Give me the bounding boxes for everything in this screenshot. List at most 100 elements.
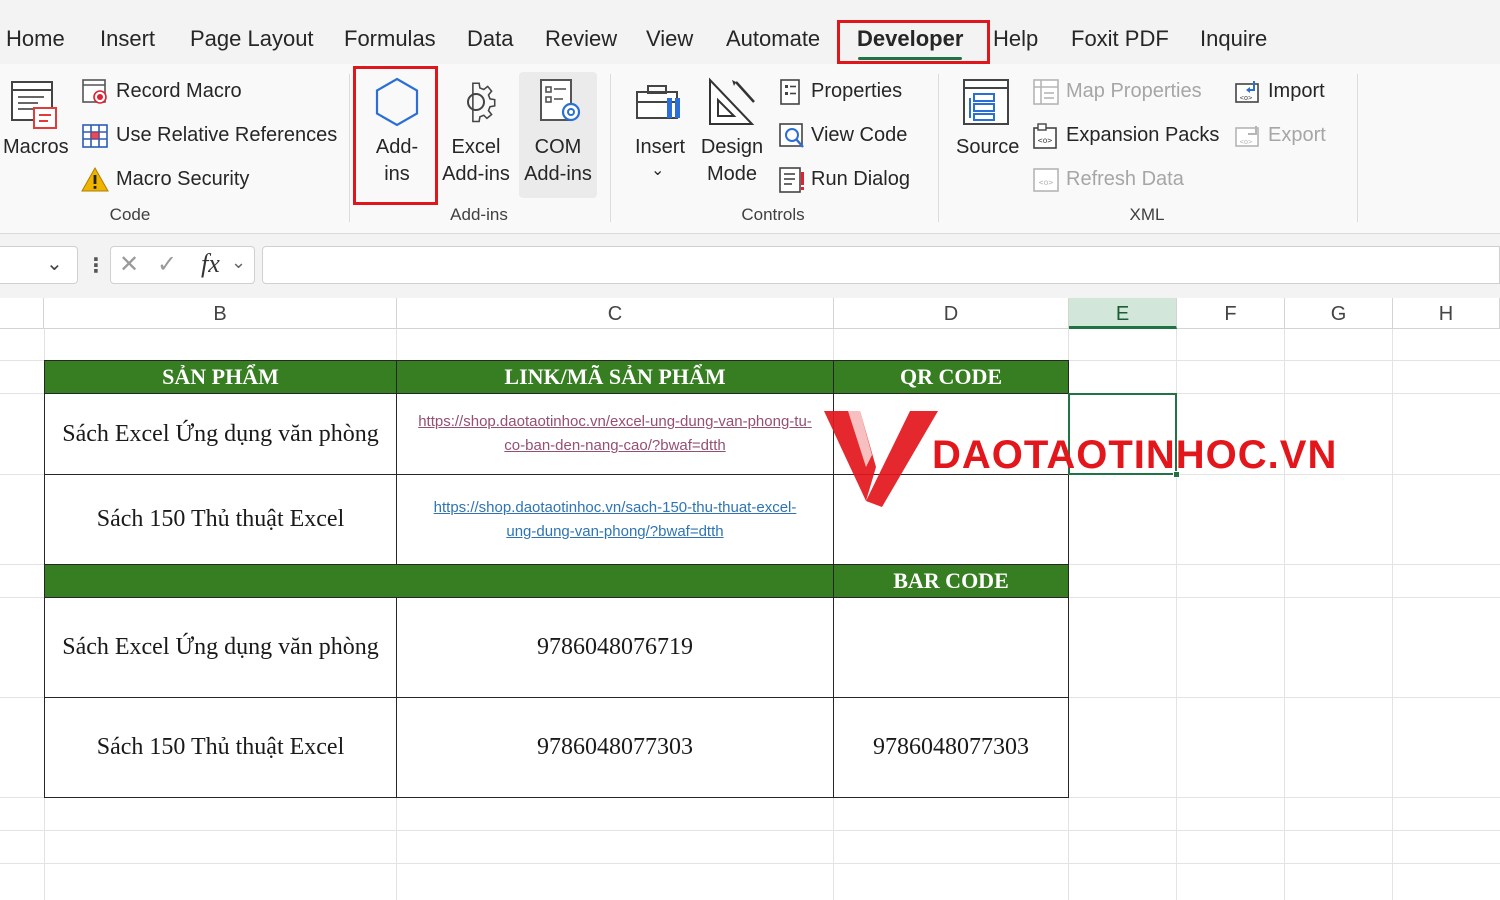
group-separator — [610, 74, 611, 222]
qr-code-cell[interactable] — [833, 393, 1069, 475]
tab-review[interactable]: Review — [545, 26, 617, 52]
column-header-e[interactable]: E — [1069, 298, 1177, 329]
barcode-cell[interactable]: 9786048077303 — [833, 697, 1069, 798]
active-cell-selection[interactable] — [1068, 393, 1177, 475]
com-addins-line2: Add-ins — [524, 163, 592, 185]
map-properties-icon — [1033, 79, 1059, 105]
gridline — [0, 863, 1500, 864]
chevron-down-icon[interactable]: ⌄ — [231, 252, 246, 273]
column-header-g[interactable]: G — [1285, 298, 1393, 329]
view-code-label: View Code — [811, 124, 908, 146]
cancel-icon[interactable]: ✕ — [119, 250, 139, 279]
header-link[interactable]: LINK/MÃ SẢN PHẨM — [396, 360, 834, 394]
properties-label: Properties — [811, 80, 903, 102]
name-box[interactable]: ⌄ — [0, 246, 78, 284]
tab-help[interactable]: Help — [993, 26, 1038, 52]
gridline — [1284, 329, 1285, 900]
group-label-xml: XML — [1129, 205, 1165, 224]
macro-security-label: Macro Security — [116, 168, 250, 190]
warning-icon — [81, 166, 109, 192]
macros-icon — [11, 81, 57, 129]
tab-formulas[interactable]: Formulas — [344, 26, 436, 52]
product-cell[interactable]: Sách 150 Thủ thuật Excel — [44, 697, 397, 798]
column-header-c[interactable]: C — [397, 298, 834, 329]
import-label: Import — [1268, 80, 1325, 102]
group-label-controls: Controls — [741, 205, 805, 224]
header-bar-code[interactable]: BAR CODE — [833, 564, 1069, 598]
chevron-down-icon: ⌄ — [651, 162, 665, 179]
link-cell[interactable]: https://shop.daotaotinhoc.vn/excel-ung-d… — [396, 393, 834, 475]
map-properties-label: Map Properties — [1066, 80, 1202, 102]
tab-insert[interactable]: Insert — [100, 26, 155, 52]
column-header-b[interactable]: B — [44, 298, 397, 329]
group-separator — [1357, 74, 1358, 222]
chevron-down-icon[interactable]: ⌄ — [46, 251, 63, 276]
group-separator — [938, 74, 939, 222]
svg-text:<o>: <o> — [1240, 94, 1253, 102]
qr-code-cell[interactable] — [833, 474, 1069, 565]
com-addins-line1: COM — [534, 136, 582, 158]
svg-text:<o>: <o> — [1038, 136, 1053, 145]
tab-view[interactable]: View — [646, 26, 693, 52]
column-header-partial[interactable] — [0, 298, 44, 329]
column-header-d[interactable]: D — [834, 298, 1069, 329]
xml-source-label: Source — [956, 136, 1020, 158]
toolbox-icon — [636, 85, 680, 119]
record-macro-label: Record Macro — [116, 80, 242, 102]
export-label: Export — [1268, 124, 1326, 146]
link-line[interactable]: https://shop.daotaotinhoc.vn/sach-150-th… — [434, 496, 797, 520]
refresh-data-label: Refresh Data — [1066, 168, 1184, 190]
excel-addins-line1: Excel — [451, 136, 501, 158]
column-header-f[interactable]: F — [1177, 298, 1285, 329]
more-options-icon[interactable]: ⋮ — [86, 253, 106, 278]
tab-inquire[interactable]: Inquire — [1200, 26, 1267, 52]
insert-control-label: Insert — [635, 136, 686, 158]
product-cell[interactable]: Sách Excel Ứng dụng văn phòng — [44, 393, 397, 475]
expansion-packs-label: Expansion Packs — [1066, 124, 1220, 146]
use-relative-references-label: Use Relative References — [116, 124, 338, 146]
design-mode-label: Design Mode — [698, 134, 766, 188]
product-cell[interactable]: Sách 150 Thủ thuật Excel — [44, 474, 397, 565]
gridline — [0, 830, 1500, 831]
fill-handle[interactable] — [1173, 471, 1180, 478]
design-mode-line2: Mode — [706, 163, 758, 185]
link-line[interactable]: ung-dung-van-phong/?bwaf=dtth — [506, 520, 723, 544]
excel-addins-line2: Add-ins — [442, 163, 510, 185]
link-line[interactable]: https://shop.daotaotinhoc.vn/excel-ung-d… — [418, 410, 812, 434]
insert-function-icon[interactable]: fx — [201, 249, 220, 279]
svg-text:<o>: <o> — [1240, 138, 1253, 146]
column-header-h[interactable]: H — [1393, 298, 1500, 329]
relative-references-icon — [82, 124, 108, 148]
properties-icon — [780, 79, 800, 105]
group-label-addins: Add-ins — [450, 205, 508, 224]
code-cell[interactable]: 9786048076719 — [396, 597, 834, 698]
refresh-data-icon: <o> — [1033, 168, 1059, 192]
ribbon-tab-bar: Home Insert Page Layout Formulas Data Re… — [0, 0, 1500, 64]
formula-input[interactable] — [262, 246, 1500, 284]
import-icon: <o> — [1235, 81, 1259, 103]
macros-label: Macros — [3, 136, 69, 158]
tab-foxit-pdf[interactable]: Foxit PDF — [1071, 26, 1169, 52]
barcode-header-blank[interactable] — [44, 564, 834, 598]
code-cell[interactable]: 9786048077303 — [396, 697, 834, 798]
gridline — [1392, 329, 1393, 900]
header-qr-code[interactable]: QR CODE — [833, 360, 1069, 394]
run-dialog-icon — [779, 167, 804, 193]
addins-highlight-box — [353, 66, 438, 205]
record-macro-icon — [82, 79, 107, 104]
barcode-cell[interactable] — [833, 597, 1069, 698]
tab-page-layout[interactable]: Page Layout — [190, 26, 314, 52]
link-line[interactable]: co-ban-den-nang-cao/?bwaf=dtth — [504, 434, 725, 458]
tab-automate[interactable]: Automate — [726, 26, 820, 52]
formula-bar: ⌄ ⋮ ✕ ✓ fx ⌄ — [0, 234, 1500, 298]
tab-home[interactable]: Home — [6, 26, 65, 52]
header-product[interactable]: SẢN PHẨM — [44, 360, 397, 394]
com-addins-icon — [540, 79, 581, 122]
tab-data[interactable]: Data — [467, 26, 513, 52]
enter-check-icon[interactable]: ✓ — [157, 250, 177, 279]
group-label-code: Code — [109, 205, 151, 224]
link-cell[interactable]: https://shop.daotaotinhoc.vn/sach-150-th… — [396, 474, 834, 565]
design-mode-line1: Design — [700, 136, 764, 158]
worksheet-grid: B C D E F G H SẢN PHẨM LINK/MÃ SẢN PHẨM … — [0, 298, 1500, 900]
product-cell[interactable]: Sách Excel Ứng dụng văn phòng — [44, 597, 397, 698]
